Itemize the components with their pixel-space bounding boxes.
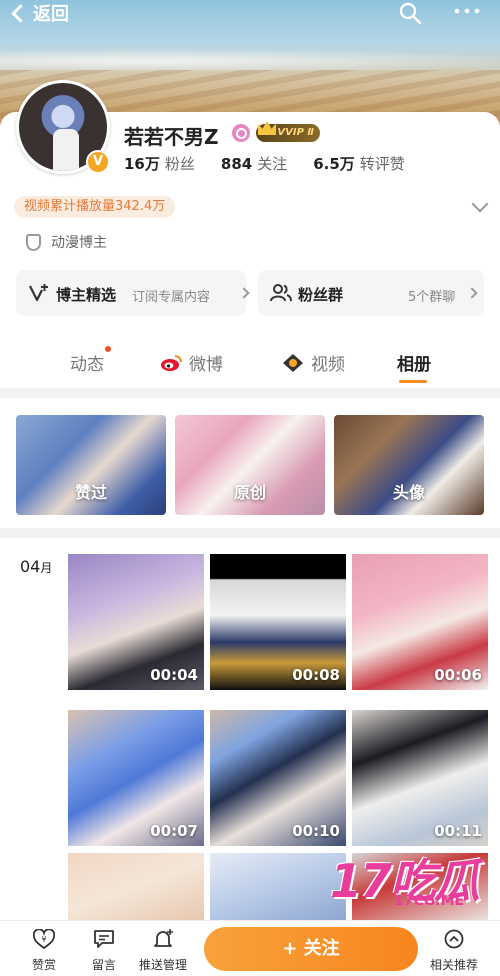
tab-label: 视频 xyxy=(311,355,345,375)
month-number: 04 xyxy=(20,557,41,576)
panel-subtitle: 订阅专属内容 xyxy=(132,290,211,305)
chevron-left-icon xyxy=(11,3,30,23)
video-thumbnail[interactable] xyxy=(68,853,204,920)
profile-stats: 16万 粉丝 884 关注 6.5万 转评赞 xyxy=(124,153,431,174)
chevron-right-icon xyxy=(466,287,478,299)
album-label: 原创 xyxy=(233,483,266,502)
video-thumbnail[interactable]: 00:06 xyxy=(352,554,488,690)
stat-reposts-likes[interactable]: 6.5万 转评赞 xyxy=(313,153,405,174)
back-button[interactable]: 返回 xyxy=(10,0,69,26)
push-settings-button[interactable]: 推送管理 xyxy=(133,929,193,973)
featured-icon xyxy=(29,284,48,302)
stat-label: 转评赞 xyxy=(359,155,405,173)
album-label: 头像 xyxy=(392,483,425,502)
video-thumbnail[interactable]: 00:08 xyxy=(210,554,346,690)
stat-label: 粉丝 xyxy=(164,155,195,173)
profile-tag: 动漫博主 xyxy=(26,232,107,252)
tab-label: 相册 xyxy=(397,355,431,375)
search-icon[interactable] xyxy=(398,1,422,25)
tag-label: 动漫博主 xyxy=(51,235,107,251)
video-duration: 00:10 xyxy=(292,822,340,840)
panel-subtitle: 5个群聊 xyxy=(408,290,456,305)
stat-value: 16万 xyxy=(124,155,160,173)
tab-label: 动态 xyxy=(70,355,104,375)
bottom-item-label: 赞赏 xyxy=(31,958,56,972)
fan-group-panel[interactable]: 粉丝群 5个群聊 xyxy=(258,270,484,316)
bottom-action-bar: ¥ 赞赏 留言 推送管理 + 关注 相关推荐 xyxy=(0,920,500,976)
weibo-icon xyxy=(161,354,182,371)
message-button[interactable]: 留言 xyxy=(74,929,134,973)
video-thumbnail[interactable]: 00:04 xyxy=(68,554,204,690)
member-icon[interactable] xyxy=(232,124,250,142)
video-duration: 00:04 xyxy=(150,666,198,684)
stat-label: 关注 xyxy=(257,155,288,173)
tab-feed[interactable]: 动态 xyxy=(70,346,111,375)
avatar-figure xyxy=(53,129,79,171)
yen-icon: ¥ xyxy=(32,928,56,950)
panel-title: 博主精选 xyxy=(56,286,117,304)
stat-following[interactable]: 884 关注 xyxy=(221,153,287,174)
top-bar: 返回 xyxy=(0,0,500,26)
stat-value: 884 xyxy=(220,155,253,173)
vvip-badge[interactable]: VVIP Ⅱ xyxy=(256,121,320,142)
month-header: 04月 xyxy=(20,557,52,576)
section-divider xyxy=(0,528,500,538)
notification-dot xyxy=(105,346,111,352)
back-label: 返回 xyxy=(33,4,69,25)
album-avatar[interactable]: 头像 xyxy=(334,415,484,515)
reward-button[interactable]: ¥ 赞赏 xyxy=(14,928,74,973)
video-duration: 00:07 xyxy=(150,822,198,840)
svg-text:¥: ¥ xyxy=(41,935,46,944)
active-tab-indicator xyxy=(399,380,427,383)
vvip-label: VVIP Ⅱ xyxy=(277,127,314,138)
follow-button[interactable]: + 关注 xyxy=(204,927,418,971)
bottom-item-label: 相关推荐 xyxy=(429,958,478,972)
section-divider xyxy=(0,388,500,398)
video-thumbnail[interactable]: 00:07 xyxy=(68,710,204,846)
related-recommend-button[interactable]: 相关推荐 xyxy=(424,929,484,973)
tab-weibo[interactable]: 微博 xyxy=(160,350,223,375)
tab-video[interactable]: 视频 xyxy=(282,350,345,375)
watermark-logo: 17吃瓜 17CG.ME xyxy=(330,845,495,915)
album-liked[interactable]: 赞过 xyxy=(16,415,166,515)
video-duration: 00:11 xyxy=(434,822,482,840)
up-circle-icon xyxy=(444,929,464,949)
album-label: 赞过 xyxy=(74,483,107,502)
profile-name: 若若不男Z xyxy=(124,125,219,149)
play-count-badge: 视频累计播放量342.4万 xyxy=(14,196,176,218)
profile-tabs: 动态 微博 视频 相册 xyxy=(0,336,500,388)
comment-icon xyxy=(94,930,114,948)
bottom-item-label: 推送管理 xyxy=(138,958,187,972)
album-original[interactable]: 原创 xyxy=(175,415,325,515)
stat-fans[interactable]: 16万 粉丝 xyxy=(124,153,195,174)
stat-value: 6.5万 xyxy=(313,155,355,173)
shield-icon xyxy=(26,233,41,251)
watermark-url: 17CG.ME xyxy=(394,893,465,909)
tab-label: 微博 xyxy=(189,355,223,375)
video-duration: 00:08 xyxy=(292,666,340,684)
video-duration: 00:06 xyxy=(434,666,482,684)
month-unit: 月 xyxy=(40,561,53,575)
bottom-item-label: 留言 xyxy=(91,958,116,972)
tab-album[interactable]: 相册 xyxy=(397,350,431,375)
video-icon xyxy=(283,353,303,372)
more-icon[interactable] xyxy=(452,4,482,18)
verified-badge: V xyxy=(86,150,110,174)
bell-icon xyxy=(154,929,173,947)
featured-content-panel[interactable]: 博主精选 订阅专属内容 xyxy=(16,270,250,316)
video-thumbnail[interactable]: 00:10 xyxy=(210,710,346,846)
video-thumbnail[interactable] xyxy=(210,853,346,920)
video-thumbnail[interactable]: 00:11 xyxy=(352,710,488,846)
panel-title: 粉丝群 xyxy=(298,286,344,304)
group-icon xyxy=(270,284,292,302)
